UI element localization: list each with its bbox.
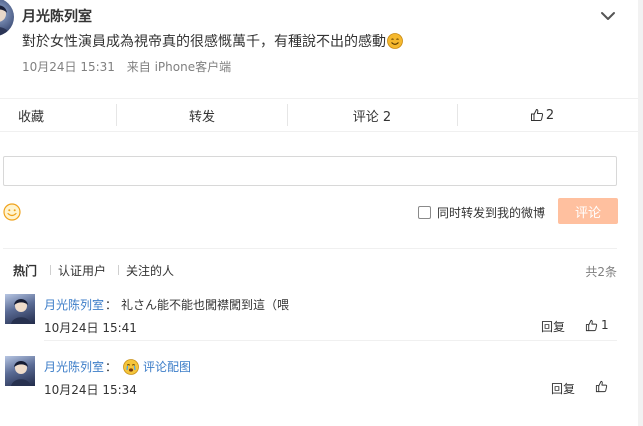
crying-face-emoji-icon — [123, 358, 139, 375]
favorite-button[interactable]: 收藏 — [0, 99, 62, 131]
thumbs-up-icon — [585, 319, 598, 331]
filter-divider — [118, 265, 119, 275]
comment-total-count: 共2条 — [585, 265, 617, 279]
post-body-text: 對於女性演員成為視帝真的很感慨萬千，有種說不出的感動 — [22, 34, 386, 50]
filter-divider — [50, 265, 51, 275]
comment-filter-bar: 热门 认证用户 关注的人 共2条 — [3, 248, 617, 289]
comment-like-count: 1 — [601, 318, 609, 332]
repost-label: 转发 — [188, 109, 215, 125]
colon: ： — [105, 298, 118, 312]
action-divider — [457, 104, 458, 126]
repost-button[interactable]: 转发 — [120, 99, 284, 131]
post-time[interactable]: 10月24日 15:31 — [22, 60, 115, 74]
post-menu-chevron-down-icon[interactable] — [598, 8, 618, 24]
commenter-avatar[interactable] — [5, 294, 35, 324]
commenter-name[interactable]: 月光陈列室 — [44, 358, 104, 375]
comment-image-link[interactable]: 评论配图 — [143, 358, 191, 375]
comment-item: 月光陈列室 ： 评论配图 10月24日 15:34 回复 — [3, 356, 617, 404]
comment-line: 月光陈列室 ： 评论配图 — [44, 358, 191, 375]
smile-emoji-icon — [387, 33, 403, 49]
comment-like-button[interactable]: 1 — [585, 318, 609, 332]
post-author-name[interactable]: 月光陈列室 — [22, 6, 92, 26]
smiley-face-icon[interactable] — [3, 203, 21, 221]
reply-button[interactable]: 回复 — [541, 318, 565, 335]
post-source: 来自 iPhone客户端 — [126, 60, 232, 74]
thumbs-up-icon — [530, 109, 543, 121]
favorite-label: 收藏 — [17, 109, 44, 125]
repost-option-label: 同时转发到我的微博 — [437, 206, 546, 220]
action-divider — [287, 104, 288, 126]
like-count: 2 — [545, 107, 555, 123]
submit-comment-button[interactable]: 评论 — [558, 198, 618, 224]
comment-time: 10月24日 15:34 — [44, 383, 137, 397]
post-text: 對於女性演員成為視帝真的很感慨萬千，有種說不出的感動 — [22, 31, 403, 51]
comment-time: 10月24日 15:41 — [44, 321, 137, 335]
repost-checkbox[interactable] — [418, 206, 431, 219]
comment-item: 月光陈列室 ： 礼さん能不能也闖襟闖到這（喂 10月24日 15:41 回复 1 — [3, 294, 617, 342]
reply-button[interactable]: 回复 — [551, 380, 575, 397]
submit-label: 评论 — [574, 205, 601, 221]
comment-button[interactable]: 评论 2 — [290, 99, 454, 131]
tab-verified-users[interactable]: 认证用户 — [58, 262, 106, 279]
like-button[interactable]: 2 — [460, 99, 624, 131]
post-action-bar: 收藏 转发 评论 2 2 — [0, 98, 643, 132]
post-meta: 10月24日 15:31 来自 iPhone客户端 — [22, 58, 231, 75]
post-author-avatar[interactable] — [0, 0, 14, 36]
tab-hot[interactable]: 热门 — [13, 262, 37, 279]
comment-line: 月光陈列室 ： 礼さん能不能也闖襟闖到這（喂 — [44, 296, 289, 313]
tab-following[interactable]: 关注的人 — [126, 262, 174, 279]
commenter-avatar[interactable] — [5, 356, 35, 386]
colon: ： — [105, 360, 118, 374]
comment-input[interactable] — [3, 156, 617, 186]
action-divider — [116, 104, 117, 126]
comment-divider — [44, 340, 617, 341]
commenter-name[interactable]: 月光陈列室 — [44, 296, 104, 313]
weibo-post-page: 月光陈列室 對於女性演員成為視帝真的很感慨萬千，有種說不出的感動 10月24日 … — [0, 0, 643, 426]
page-right-edge — [638, 0, 643, 426]
repost-to-my-weibo-option[interactable]: 同时转发到我的微博 — [418, 204, 545, 221]
comment-label: 评论 2 — [352, 109, 392, 125]
thumbs-up-icon — [595, 380, 608, 393]
comment-like-button[interactable] — [595, 380, 611, 393]
comment-text: 礼さん能不能也闖襟闖到這（喂 — [121, 298, 290, 312]
